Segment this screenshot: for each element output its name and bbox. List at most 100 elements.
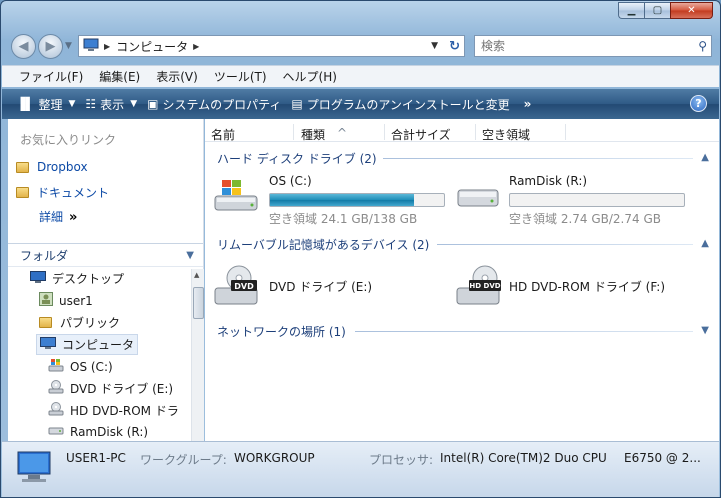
column-free-space[interactable]: 空き領域 — [482, 126, 530, 143]
close-icon: ✕ — [687, 5, 696, 16]
close-button[interactable]: ✕ — [670, 2, 713, 19]
folders-title: フォルダ — [20, 248, 69, 263]
uninstall-programs-button[interactable]: ▤ プログラムのアンインストールと変更 — [291, 96, 509, 113]
processor-label: プロセッサ: — [369, 453, 434, 467]
command-bar: ▐▌ 整理 ▼ ☷ 表示 ▼ ▣ システムのプロパティ ▤ プログラムのアンイン… — [2, 89, 719, 119]
search-box: ⚲ — [474, 35, 712, 57]
explorer-window: ▁ ▢ ✕ ◀ ▶ ▼ ▶ コンピュータ ▶ ▼ ↻ ⚲ ファイル(F) 編集(… — [0, 0, 721, 498]
favorite-link-dropbox[interactable]: Dropbox — [16, 160, 88, 174]
tree-item-drive-e[interactable]: DVD ドライブ (E:) — [48, 380, 173, 397]
search-input[interactable] — [475, 39, 685, 53]
tree-item-public[interactable]: パブリック — [39, 314, 120, 331]
sort-ascending-icon: ^ — [337, 126, 348, 140]
dvd-badge: DVD — [234, 282, 254, 291]
tree-item-drive-r[interactable]: RamDisk (R:) — [48, 424, 148, 439]
arrow-left-icon: ◀ — [18, 39, 29, 54]
user-folder-icon — [39, 292, 53, 309]
tree-item-drive-c[interactable]: OS (C:) — [48, 358, 113, 375]
scrollbar-thumb[interactable] — [193, 287, 204, 319]
details-pane: USER1-PC ワークグループ: WORKGROUP プロセッサ: Intel… — [2, 441, 719, 497]
favorite-links-title: お気に入りリンク — [20, 133, 117, 147]
system-properties-label: システムのプロパティ — [162, 97, 282, 112]
folders-header[interactable]: フォルダ ▼ — [8, 243, 203, 267]
drive-item-e[interactable]: DVD DVD ドライブ (E:) — [213, 264, 372, 311]
recent-pages-dropdown[interactable]: ▼ — [65, 41, 72, 51]
breadcrumb-chevron-icon[interactable]: ▶ — [193, 42, 199, 51]
organize-button[interactable]: ▐▌ 整理 ▼ — [16, 96, 75, 113]
group-header-hard-disks[interactable]: ハード ディスク ドライブ (2) — [217, 150, 377, 167]
windows-drive-icon — [48, 358, 64, 375]
address-bar[interactable]: ▶ コンピュータ ▶ ▼ ↻ — [78, 35, 465, 57]
drive-name: OS (C:) — [269, 174, 312, 188]
column-headers: 名前 ^ 種類 合計サイズ 空き領域 — [205, 122, 719, 142]
breadcrumb-chevron-icon[interactable]: ▶ — [104, 42, 110, 51]
group-header-network[interactable]: ネットワークの場所 (1) — [217, 323, 346, 340]
menu-tools[interactable]: ツール(T) — [206, 68, 275, 85]
tree-item-user1[interactable]: user1 — [39, 292, 93, 309]
tree-item-desktop[interactable]: デスクトップ — [30, 270, 124, 287]
computer-name: USER1-PC — [66, 451, 126, 465]
views-icon: ☷ — [85, 97, 97, 111]
search-icon[interactable]: ⚲ — [698, 39, 707, 53]
menu-file[interactable]: ファイル(F) — [2, 68, 91, 85]
hd-dvd-drive-icon: HD DVD — [455, 264, 503, 311]
back-button[interactable]: ◀ — [11, 34, 36, 59]
favorites-more-link[interactable]: 詳細 » — [39, 208, 77, 225]
drive-usage-bar — [509, 193, 685, 207]
drive-item-r[interactable]: RamDisk (R:) 空き領域 2.74 GB/2.74 GB — [455, 174, 685, 227]
system-properties-button[interactable]: ▣ システムのプロパティ — [147, 96, 281, 113]
help-icon[interactable]: ? — [690, 95, 707, 112]
scroll-up-icon[interactable]: ▲ — [194, 271, 199, 279]
column-divider[interactable] — [384, 124, 385, 140]
system-properties-icon: ▣ — [147, 97, 159, 111]
breadcrumb-computer[interactable]: コンピュータ — [116, 38, 188, 55]
tree-scrollbar[interactable]: ▲ — [191, 269, 204, 441]
maximize-button[interactable]: ▢ — [644, 2, 670, 19]
desktop-icon — [30, 270, 46, 287]
folder-icon — [39, 317, 52, 328]
refresh-icon[interactable]: ↻ — [449, 39, 460, 54]
caption-buttons: ▁ ▢ ✕ — [618, 2, 713, 19]
tree-label: DVD ドライブ (E:) — [70, 382, 174, 396]
views-button[interactable]: ☷ 表示 ▼ — [85, 96, 137, 113]
group-title: ハード ディスク ドライブ (2) — [217, 152, 377, 166]
menu-help[interactable]: ヘルプ(H) — [275, 68, 345, 85]
column-divider[interactable] — [565, 124, 566, 140]
tree-label: HD DVD-ROM ドラ — [70, 404, 179, 418]
computer-icon — [12, 450, 54, 491]
column-total-size[interactable]: 合計サイズ — [391, 126, 451, 143]
organize-label: 整理 — [38, 97, 63, 112]
dvd-drive-icon — [48, 380, 64, 397]
menu-edit[interactable]: 編集(E) — [91, 68, 148, 85]
chevron-down-icon[interactable]: ▼ — [701, 325, 709, 336]
more-commands-button[interactable]: » — [524, 97, 532, 111]
hd-dvd-drive-icon — [48, 402, 64, 419]
group-header-removable[interactable]: リムーバブル記憶域があるデバイス (2) — [217, 236, 429, 253]
chevron-up-icon[interactable]: ▲ — [701, 152, 709, 163]
tree-item-computer[interactable]: コンピュータ — [36, 334, 139, 355]
favorite-link-label: ドキュメント — [37, 186, 110, 200]
address-dropdown-icon[interactable]: ▼ — [431, 41, 438, 51]
column-type[interactable]: 種類 — [301, 126, 325, 143]
computer-icon — [83, 38, 99, 55]
hard-drive-icon — [48, 424, 64, 439]
column-divider[interactable] — [475, 124, 476, 140]
drive-item-c[interactable]: OS (C:) 空き領域 24.1 GB/138 GB — [213, 174, 445, 227]
minimize-button[interactable]: ▁ — [618, 2, 644, 19]
chevron-up-icon[interactable]: ▲ — [701, 238, 709, 249]
column-name[interactable]: 名前 — [211, 126, 235, 143]
drive-usage-fill — [270, 194, 414, 206]
organize-icon: ▐▌ — [16, 97, 35, 111]
drive-info: RamDisk (R:) 空き領域 2.74 GB/2.74 GB — [509, 174, 685, 227]
content-pane: 名前 ^ 種類 合計サイズ 空き領域 ハード ディスク ドライブ (2) ▲ O… — [205, 119, 719, 441]
drive-item-f[interactable]: HD DVD HD DVD-ROM ドライブ (F:) — [455, 264, 665, 311]
menu-view[interactable]: 表示(V) — [148, 68, 206, 85]
group-divider — [437, 244, 693, 245]
drive-name: HD DVD-ROM ドライブ (F:) — [509, 280, 666, 294]
forward-button[interactable]: ▶ — [38, 34, 63, 59]
column-divider[interactable] — [293, 124, 294, 140]
drive-name: DVD ドライブ (E:) — [269, 280, 373, 294]
tree-item-drive-f[interactable]: HD DVD-ROM ドラ — [48, 402, 179, 419]
minimize-icon: ▁ — [627, 5, 636, 16]
favorite-link-documents[interactable]: ドキュメント — [16, 184, 109, 201]
